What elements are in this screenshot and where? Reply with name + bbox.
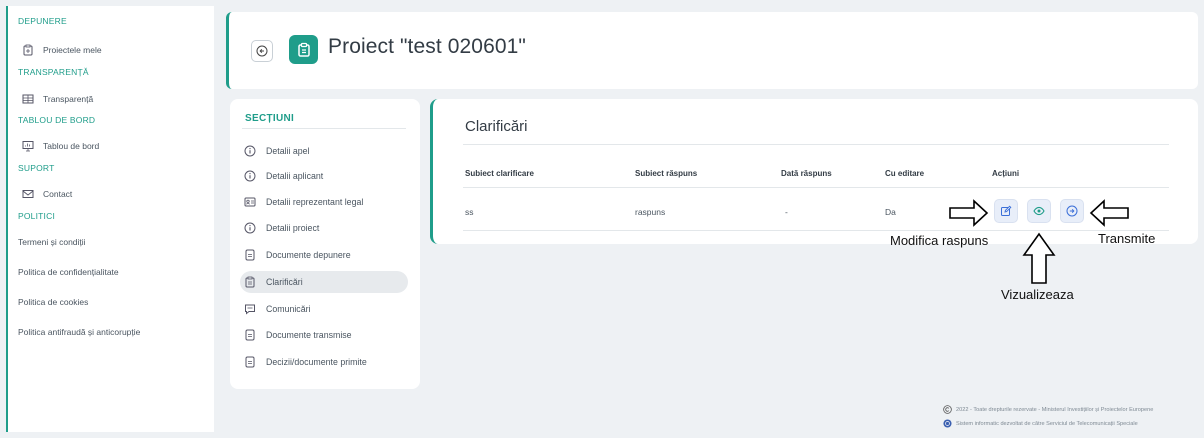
divider [463,187,1169,188]
section-label: Comunicări [266,304,311,314]
copyright-icon [943,405,952,414]
arrow-right-circle-icon [1066,205,1078,217]
clipboard-icon [23,44,33,56]
footer-line1: 2022 - Toate drepturile rezervate - Mini… [956,406,1154,413]
project-header: Proiect "test 020601" [226,12,1198,89]
arrow-up-annotation-icon [1022,232,1056,284]
section-decizii-documente[interactable]: Decizii/documente primite [242,351,408,373]
info-icon [244,145,256,157]
info-icon [244,170,256,182]
divider [242,128,406,129]
section-detalii-proiect[interactable]: Detalii proiect [242,217,408,239]
sidebar-item-proiectele-mele[interactable]: Proiectele mele [22,44,102,56]
sidebar-section-politici: POLITICI [18,211,56,221]
section-label: Clarificări [266,277,303,287]
divider [463,144,1169,145]
transmit-button[interactable] [1060,199,1084,223]
section-detalii-aplicant[interactable]: Detalii aplicant [242,165,408,187]
section-detalii-reprezentant[interactable]: Detalii reprezentant legal [242,191,408,213]
footer-line2: Sistem informatic dezvoltat de către Ser… [956,420,1138,427]
sts-logo-icon [943,419,952,428]
clipboard-icon [297,42,310,57]
table-icon [22,94,34,104]
sidebar-item-termeni[interactable]: Termeni și condiții [18,237,86,247]
presentation-icon [22,141,34,152]
annotation-transmite: Transmite [1098,231,1156,246]
sidebar-item-label: Proiectele mele [43,45,102,55]
column-header-subiect-raspuns: Subiect răspuns [635,169,698,178]
sidebar-section-transparenta: TRANSPARENȚĂ [18,67,89,77]
document-icon [245,329,255,341]
cell-data-raspuns: - [785,207,788,217]
sidebar-item-label: Contact [43,189,73,199]
annotation-vizualizeaza: Vizualizeaza [1001,287,1074,302]
sidebar-item-confidentialitate[interactable]: Politica de confidențialitate [18,267,119,277]
envelope-icon [22,190,34,198]
column-header-cu-editare: Cu editare [885,169,925,178]
section-label: Detalii aplicant [266,171,324,181]
sidebar-section-suport: SUPORT [18,163,55,173]
cell-subiect-raspuns: raspuns [635,207,666,217]
footer-copyright: 2022 - Toate drepturile rezervate - Mini… [943,405,1153,414]
sections-title: SECȚIUNI [245,113,295,124]
info-icon [244,222,256,234]
project-badge [289,35,318,64]
section-documente-depunere[interactable]: Documente depunere [242,244,408,266]
sidebar-item-tablou-de-bord[interactable]: Tablou de bord [22,140,99,152]
section-label: Detalii proiect [266,223,320,233]
section-comunicari[interactable]: Comunicări [242,298,408,320]
arrow-left-annotation-icon [1089,199,1129,227]
cell-cu-editare: Da [885,207,896,217]
clarificari-title: Clarificări [465,118,528,135]
column-header-actiuni: Acțiuni [992,169,1020,178]
sidebar-item-transparenta[interactable]: Transparență [22,93,93,105]
divider [463,230,1169,231]
sidebar-section-tablou: TABLOU DE BORD [18,115,96,125]
section-label: Documente transmise [266,330,352,340]
section-label: Detalii apel [266,146,310,156]
arrow-right-annotation-icon [949,199,989,227]
page-title: Proiect "test 020601" [328,35,526,58]
cell-subiect-clarificare: ss [465,207,474,217]
eye-icon [1033,206,1045,216]
id-card-icon [244,197,256,207]
section-clarificari[interactable]: Clarificări [240,271,408,293]
document-icon [245,356,255,368]
annotation-modifica-raspuns: Modifica raspuns [890,233,989,248]
sidebar-item-cookies[interactable]: Politica de cookies [18,297,88,307]
sidebar-item-label: Transparență [43,94,94,104]
sidebar-item-label: Tablou de bord [43,141,100,151]
sidebar-item-antifrauda[interactable]: Politica antifraudă și anticorupție [18,327,140,337]
section-label: Documente depunere [266,250,351,260]
clipboard-icon [245,276,255,288]
back-button[interactable] [251,40,273,62]
column-header-subiect-clarificare: Subiect clarificare [465,169,534,178]
arrow-left-circle-icon [256,45,268,57]
footer-developer: Sistem informatic dezvoltat de către Ser… [943,419,1138,428]
sidebar: DEPUNERE Proiectele mele TRANSPARENȚĂ Tr… [6,6,214,432]
sidebar-section-depunere: DEPUNERE [18,16,67,26]
sections-panel: SECȚIUNI Detalii apel Detalii aplicant D… [230,99,420,389]
section-label: Decizii/documente primite [266,357,367,367]
edit-icon [1001,205,1012,216]
sidebar-item-contact[interactable]: Contact [22,188,72,200]
column-header-data-raspuns: Dată răspuns [781,169,832,178]
chat-icon [245,304,255,315]
section-documente-transmise[interactable]: Documente transmise [242,324,408,346]
view-button[interactable] [1027,199,1051,223]
section-label: Detalii reprezentant legal [266,197,364,207]
clarificari-panel: Clarificări Subiect clarificare Subiect … [430,99,1198,244]
document-icon [245,249,255,261]
section-detalii-apel[interactable]: Detalii apel [242,140,408,162]
edit-button[interactable] [994,199,1018,223]
